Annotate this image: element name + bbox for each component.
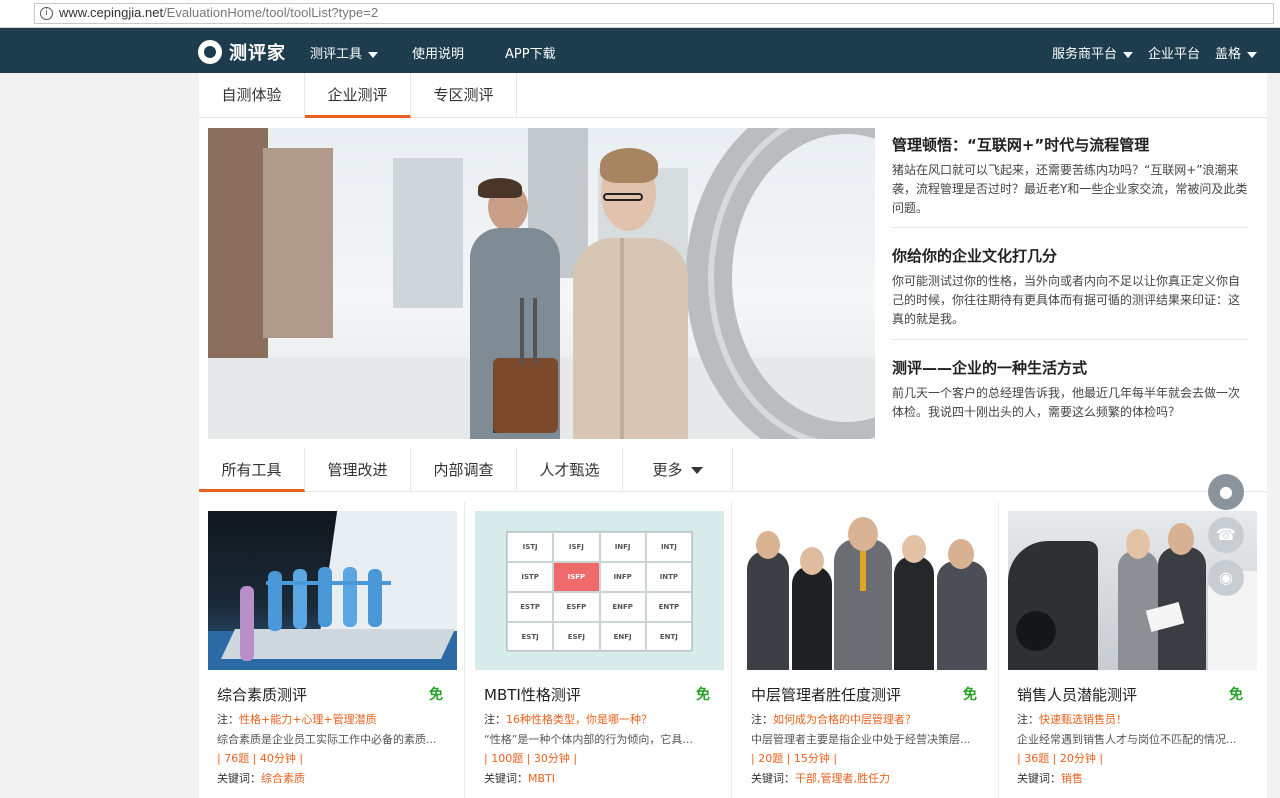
mbti-cell: INFJ (599, 532, 646, 562)
mbti-cell: ENFJ (599, 622, 646, 652)
tool-stats: | 20题 | 15分钟 | (751, 752, 838, 765)
mbti-cell: INFP (599, 562, 646, 592)
tool-note: 注：如何成为合格的中层管理者？ (751, 713, 916, 726)
mbti-cell: ISTP (507, 562, 554, 592)
nav-user-menu[interactable]: 盖格 (1215, 43, 1258, 62)
tool-note: 注：16种性格类型，你是哪一种？ (484, 713, 652, 726)
tool-image-business-team[interactable] (742, 511, 991, 670)
chevron-down-icon (368, 51, 379, 58)
tool-title[interactable]: 中层管理者胜任度测评 (751, 684, 901, 705)
tool-title[interactable]: 综合素质测评 (217, 684, 307, 705)
info-icon[interactable]: i (40, 7, 53, 20)
article-title[interactable]: 你给你的企业文化打几分 (892, 245, 1248, 266)
article-3[interactable]: 测评——企业的一种生活方式 前几天一个客户的总经理告诉我，他最近几年每半年就会去… (892, 357, 1248, 422)
tab-internal-survey[interactable]: 内部调查 (411, 448, 517, 492)
logo-text[interactable]: 测评家 (229, 39, 286, 65)
mbti-cell: ESFJ (553, 622, 600, 652)
mbti-cell: ISTJ (507, 532, 554, 562)
mbti-cell: ISFP (553, 562, 600, 592)
tab-management[interactable]: 管理改进 (305, 448, 411, 492)
tool-card[interactable]: 中层管理者胜任度测评 免 注：如何成为合格的中层管理者？ 中层管理者主要是指企业… (733, 502, 999, 798)
tool-image-mbti-grid[interactable]: ISTJ ISFJ INFJ INTJ ISTP ISFP INFP INTP ESTP ESFP… (475, 511, 724, 670)
tool-card[interactable]: 综合素质测评 免 注：性格+能力+心理+管理潜质 综合素质是企业员工实际工作中必… (199, 502, 465, 798)
tool-note: 注：性格+能力+心理+管理潜质 (217, 713, 377, 726)
mbti-cell: ESFP (553, 592, 600, 622)
tool-image-paper-figures[interactable] (208, 511, 457, 670)
article-title[interactable]: 管理顿悟：“互联网+”时代与流程管理 (892, 134, 1248, 155)
tab-talent-selection[interactable]: 人才甄选 (517, 448, 623, 492)
hero-banner-image[interactable] (208, 128, 875, 439)
mbti-cell: ENFP (599, 592, 646, 622)
nav-enterprise-platform[interactable]: 企业平台 (1148, 43, 1200, 62)
article-summary: 你可能测试过你的性格，当外向或者内向不足以让你真正定义你自己的时候，你往往期待有… (892, 274, 1241, 326)
qq-icon: ● (1219, 482, 1233, 501)
browser-address-bar: i www.cepingjia.net/EvaluationHome/tool/… (0, 0, 1280, 28)
free-badge: 免 (696, 687, 710, 703)
phone-icon: ☎ (1216, 525, 1236, 544)
tab-more[interactable]: 更多 (623, 448, 733, 492)
article-2[interactable]: 你给你的企业文化打几分 你可能测试过你的性格，当外向或者内向不足以让你真正定义你… (892, 245, 1248, 329)
nav-app-download[interactable]: APP下载 (505, 43, 556, 62)
phone-button[interactable]: ☎ (1208, 517, 1244, 553)
mbti-cell: ENTJ (645, 622, 692, 652)
tool-title[interactable]: MBTI性格测评 (484, 684, 581, 705)
article-title[interactable]: 测评——企业的一种生活方式 (892, 357, 1248, 378)
article-summary: 前几天一个客户的总经理告诉我，他最近几年每半年就会去做一次体检。我说四十刚出头的… (892, 386, 1241, 419)
nav-tools-menu[interactable]: 测评工具 (310, 43, 379, 62)
free-badge: 免 (963, 687, 977, 703)
wechat-icon: ◉ (1219, 568, 1233, 587)
article-1[interactable]: 管理顿悟：“互联网+”时代与流程管理 猪站在风口就可以飞起来，还需要苦练内功吗？… (892, 134, 1248, 218)
tab-self-test[interactable]: 自测体验 (199, 73, 305, 118)
tool-note: 注：快速甄选销售员！ (1017, 713, 1127, 726)
tool-keywords: 关键词：销售 (1017, 772, 1083, 785)
tab-all-tools[interactable]: 所有工具 (199, 448, 305, 492)
url-text[interactable]: www.cepingjia.net/EvaluationHome/tool/to… (59, 5, 378, 20)
mbti-cell: ESTJ (507, 622, 554, 652)
tab-enterprise-test[interactable]: 企业测评 (305, 73, 411, 118)
wechat-button[interactable]: ◉ (1208, 560, 1244, 596)
tool-keywords: 关键词：MBTI (484, 772, 556, 785)
tool-card[interactable]: ISTJ ISFJ INFJ INTJ ISTP ISFP INFP INTP ESTP ESFP… (466, 502, 732, 798)
qq-chat-button[interactable]: ● (1208, 474, 1244, 510)
tool-title[interactable]: 销售人员潜能测评 (1017, 684, 1137, 705)
nav-usage[interactable]: 使用说明 (412, 43, 464, 62)
mbti-type-grid: ISTJ ISFJ INFJ INTJ ISTP ISFP INFP INTP ESTP ESFP… (506, 531, 693, 652)
tool-description: 综合素质是企业员工实际工作中必备的素质... (217, 733, 437, 746)
mbti-cell: INTP (645, 562, 692, 592)
tool-keywords: 关键词：综合素质 (217, 772, 305, 785)
nav-service-platform[interactable]: 服务商平台 (1052, 43, 1134, 62)
mbti-cell: ENTP (645, 592, 692, 622)
free-badge: 免 (1229, 687, 1243, 703)
tool-stats: | 100题 | 30分钟 | (484, 752, 578, 765)
tool-keywords: 关键词：干部,管理者,胜任力 (751, 772, 890, 785)
chevron-down-icon (1123, 51, 1134, 58)
tool-stats: | 36题 | 20分钟 | (1017, 752, 1104, 765)
free-badge: 免 (429, 687, 443, 703)
article-summary: 猪站在风口就可以飞起来，还需要苦练内功吗？“互联网+”浪潮来袭，流程管理是否过时… (892, 163, 1248, 215)
tool-description: 企业经常遇到销售人才与岗位不匹配的情况... (1017, 733, 1237, 746)
chevron-down-icon (1247, 51, 1258, 58)
mbti-cell: ESTP (507, 592, 554, 622)
tool-description: “性格”是一种个体内部的行为倾向，它具... (484, 733, 693, 746)
mbti-cell: ISFJ (553, 532, 600, 562)
chevron-down-icon (690, 467, 703, 474)
mbti-cell: INTJ (645, 532, 692, 562)
tool-stats: | 76题 | 40分钟 | (217, 752, 304, 765)
tool-description: 中层管理者主要是指企业中处于经营决策层... (751, 733, 971, 746)
divider (892, 339, 1248, 340)
logo-icon[interactable] (198, 40, 222, 64)
tab-special-zone[interactable]: 专区测评 (411, 73, 517, 118)
divider (892, 227, 1248, 228)
